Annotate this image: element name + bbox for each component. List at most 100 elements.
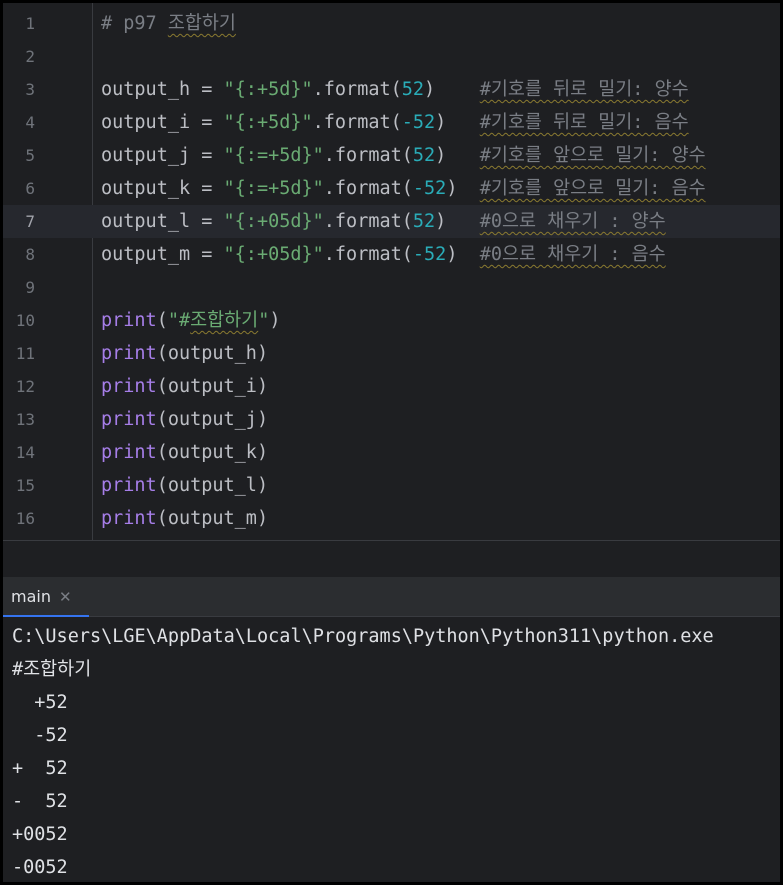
code-line[interactable]: 11 print(output_h) [3, 337, 780, 370]
code-token: (output_j) [156, 409, 269, 430]
line-number: 10 [15, 311, 35, 330]
code-editor[interactable]: 1 # p97 조합하기 2 3 output_h = "{:+5d}".format(… [3, 3, 780, 540]
code-line[interactable]: 16 print(output_m) [3, 502, 780, 535]
code-token: .format( [323, 211, 413, 232]
code-line[interactable]: 12 print(output_i) [3, 370, 780, 403]
code-token: (output_h) [156, 343, 269, 364]
close-icon[interactable]: ✕ [59, 588, 72, 606]
code-line[interactable]: 10 print("#조합하기") [3, 304, 780, 337]
line-number: 13 [15, 410, 35, 429]
code-token: ) [446, 244, 480, 265]
code-line[interactable]: 3 output_h = "{:+5d}".format(52) #기호를 뒤로 … [3, 73, 780, 106]
code-token: "{:=+5d}" [223, 178, 324, 199]
run-panel-header: main ✕ [3, 577, 780, 617]
console-line: - 52 [12, 791, 68, 812]
code-token: (output_m) [156, 508, 269, 529]
code-token: #기호를 앞으로 밀기: 양수 [479, 145, 706, 166]
code-line[interactable]: 9 [3, 271, 780, 304]
code-token: .format( [323, 244, 413, 265]
code-token: output_i = [101, 112, 224, 133]
code-token: (output_l) [156, 475, 269, 496]
code-token: .format( [323, 178, 413, 199]
code-token: "{:+05d}" [223, 211, 324, 232]
line-number: 4 [25, 113, 35, 132]
code-token: "# [167, 310, 191, 331]
code-token: print [101, 343, 157, 364]
editor-empty-area [3, 541, 780, 577]
code-token: print [101, 376, 157, 397]
code-token: output_m = [101, 244, 224, 265]
code-token: print [101, 442, 157, 463]
code-token: output_j = [101, 145, 224, 166]
code-token: .format( [312, 112, 402, 133]
line-number: 2 [25, 47, 35, 66]
code-line[interactable]: 1 # p97 조합하기 [3, 7, 780, 40]
code-token: print [101, 310, 157, 331]
code-token: .format( [312, 79, 402, 100]
code-text: # p97 조합하기 [101, 7, 236, 40]
code-token: print [101, 508, 157, 529]
code-text: print(output_h) [101, 337, 268, 370]
code-token: output_k = [101, 178, 224, 199]
code-line[interactable]: 2 [3, 40, 780, 73]
code-line[interactable]: 6 output_k = "{:=+5d}".format(-52) #기호를 앞… [3, 172, 780, 205]
code-token: ) [435, 211, 480, 232]
code-line[interactable]: 13 print(output_j) [3, 403, 780, 436]
code-token: "{:+05d}" [223, 244, 324, 265]
console-line: + 52 [12, 758, 68, 779]
code-text: output_k = "{:=+5d}".format(-52) #기호를 앞으… [101, 172, 706, 205]
code-token: 52 [412, 211, 436, 232]
code-text: print(output_k) [101, 436, 268, 469]
console-line: -0052 [12, 857, 68, 878]
code-token: #기호를 뒤로 밀기: 양수 [479, 79, 689, 100]
line-number: 8 [25, 245, 35, 264]
line-number: 5 [25, 146, 35, 165]
code-token: ( [156, 310, 168, 331]
code-token: #0으로 채우기 : 양수 [479, 211, 666, 232]
line-number: 15 [15, 476, 35, 495]
code-line[interactable]: 15 print(output_l) [3, 469, 780, 502]
line-number: 12 [15, 377, 35, 396]
line-number: 14 [15, 443, 35, 462]
code-token: .format( [323, 145, 413, 166]
console-line: +52 [12, 692, 68, 713]
code-token: 52 [401, 79, 425, 100]
code-line[interactable]: 7 output_l = "{:+05d}".format(52) #0으로 채우… [3, 205, 780, 238]
code-line[interactable]: 5 output_j = "{:=+5d}".format(52) #기호를 앞으… [3, 139, 780, 172]
code-line[interactable]: 4 output_i = "{:+5d}".format(-52) #기호를 뒤로… [3, 106, 780, 139]
code-token: ) [269, 310, 281, 331]
console-line: +0052 [12, 824, 68, 845]
code-text: output_j = "{:=+5d}".format(52) #기호를 앞으로… [101, 139, 706, 172]
code-token: #0으로 채우기 : 음수 [479, 244, 666, 265]
code-text: print(output_l) [101, 469, 268, 502]
line-number: 3 [25, 80, 35, 99]
code-token: 조합하기 [190, 310, 259, 331]
code-token: 조합하기 [167, 13, 236, 34]
code-text: print(output_j) [101, 403, 268, 436]
console-line: #조합하기 [12, 659, 92, 680]
code-token: 52 [412, 145, 436, 166]
code-token: ) [424, 79, 480, 100]
line-number: 1 [25, 14, 35, 33]
code-token: print [101, 475, 157, 496]
code-line[interactable]: 8 output_m = "{:+05d}".format(-52) #0으로 채… [3, 238, 780, 271]
code-line[interactable]: 14 print(output_k) [3, 436, 780, 469]
code-token: #기호를 앞으로 밀기: 음수 [479, 178, 706, 199]
console-line: C:\Users\LGE\AppData\Local\Programs\Pyth… [12, 626, 714, 647]
code-token: (output_k) [156, 442, 269, 463]
code-text: print(output_i) [101, 370, 268, 403]
code-token: ) [435, 112, 480, 133]
run-tab-main[interactable]: main ✕ [3, 577, 89, 617]
run-tab-label: main [11, 587, 51, 606]
line-number: 6 [25, 179, 35, 198]
code-text: output_m = "{:+05d}".format(-52) #0으로 채우… [101, 238, 666, 271]
code-token: ) [435, 145, 480, 166]
code-text: print(output_m) [101, 502, 268, 535]
code-token: print [101, 409, 157, 430]
code-token: " [258, 310, 270, 331]
code-token: ) [446, 178, 480, 199]
console-output[interactable]: C:\Users\LGE\AppData\Local\Programs\Pyth… [3, 618, 780, 882]
code-token: #기호를 뒤로 밀기: 음수 [479, 112, 689, 133]
code-text: output_i = "{:+5d}".format(-52) #기호를 뒤로 … [101, 106, 689, 139]
code-token: "{:+5d}" [223, 112, 313, 133]
